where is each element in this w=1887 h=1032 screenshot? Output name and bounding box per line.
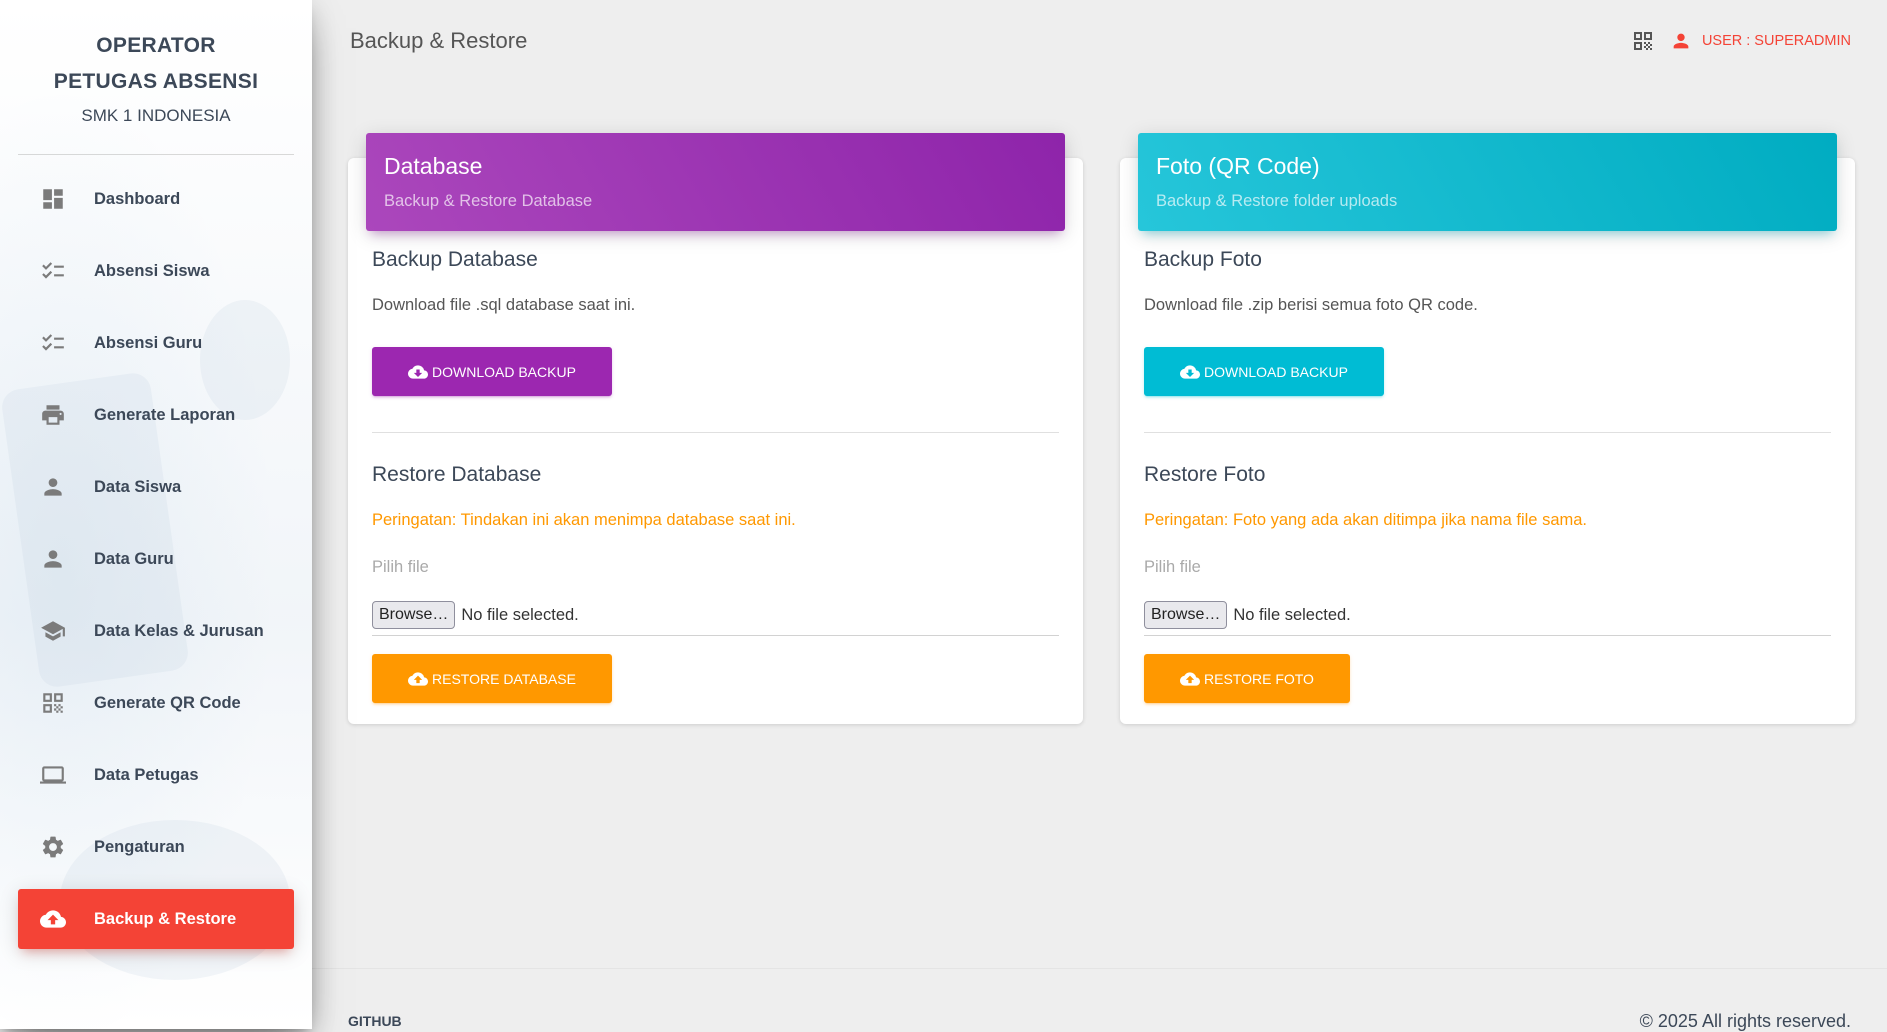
brand-school: SMK 1 INDONESIA bbox=[81, 106, 231, 125]
browse-button[interactable]: Browse… bbox=[372, 601, 456, 629]
sidebar-item-backup-restore[interactable]: Backup & Restore bbox=[18, 889, 294, 949]
gear-icon bbox=[40, 834, 66, 860]
cloud-upload-icon bbox=[1180, 671, 1200, 686]
sidebar-item-label: Pengaturan bbox=[94, 837, 185, 856]
sidebar-item-label: Data Kelas & Jurusan bbox=[94, 621, 264, 640]
foto-card-body: Backup Foto Download file .zip berisi se… bbox=[1144, 248, 1831, 703]
restore-warning: Peringatan: Foto yang ada akan ditimpa j… bbox=[1144, 511, 1588, 529]
foto-file-input[interactable]: Browse… No file selected. bbox=[1144, 601, 1831, 636]
browse-button[interactable]: Browse… bbox=[1144, 601, 1228, 629]
person-icon bbox=[1673, 33, 1689, 49]
sidebar-item-data-siswa[interactable]: Data Siswa bbox=[18, 457, 294, 517]
foto-card: Foto (QR Code) Backup & Restore folder u… bbox=[1120, 133, 1855, 724]
checklist-icon bbox=[40, 258, 66, 284]
brand: OPERATOR PETUGAS ABSENSI SMK 1 INDONESIA bbox=[0, 0, 312, 126]
footer: GITHUB © 2025 All rights reserved. bbox=[312, 968, 1887, 1031]
download-database-backup-button[interactable]: DOWNLOAD BACKUP bbox=[372, 347, 612, 396]
sidebar-item-data-kelas-jurusan[interactable]: Data Kelas & Jurusan bbox=[18, 601, 294, 661]
sidebar-item-label: Data Petugas bbox=[94, 765, 199, 784]
file-input-label: Pilih file bbox=[1144, 558, 1201, 576]
button-label: RESTORE FOTO bbox=[1204, 670, 1314, 687]
cloud-upload-icon bbox=[408, 671, 428, 686]
sidebar-item-dashboard[interactable]: Dashboard bbox=[18, 169, 294, 229]
database-card-body: Backup Database Download file .sql datab… bbox=[372, 248, 1059, 703]
github-link[interactable]: GITHUB bbox=[348, 1013, 402, 1029]
page-title: Backup & Restore bbox=[350, 28, 528, 53]
cloud-download-icon bbox=[408, 364, 428, 379]
print-icon bbox=[40, 402, 66, 428]
sidebar-item-generate-laporan[interactable]: Generate Laporan bbox=[18, 385, 294, 445]
section-divider bbox=[372, 432, 1059, 433]
restore-section-title: Restore Database bbox=[372, 463, 542, 486]
card-title: Foto (QR Code) bbox=[1156, 153, 1320, 179]
download-foto-backup-button[interactable]: DOWNLOAD BACKUP bbox=[1144, 347, 1384, 396]
cloud-upload-icon bbox=[40, 906, 66, 932]
sidebar-item-data-petugas[interactable]: Data Petugas bbox=[18, 745, 294, 805]
sidebar-item-label: Generate QR Code bbox=[94, 693, 241, 712]
sidebar-item-label: Absensi Siswa bbox=[94, 261, 210, 280]
sidebar-item-generate-qr-code[interactable]: Generate QR Code bbox=[18, 673, 294, 733]
backup-section-title: Backup Foto bbox=[1144, 248, 1262, 271]
sidebar-item-label: Absensi Guru bbox=[94, 333, 203, 352]
sidebar-item-label: Backup & Restore bbox=[94, 909, 237, 928]
database-card: Database Backup & Restore Database Backu… bbox=[348, 133, 1083, 724]
person-icon bbox=[40, 474, 66, 500]
foto-card-header: Foto (QR Code) Backup & Restore folder u… bbox=[1138, 133, 1837, 231]
sidebar-menu: Dashboard Absensi Siswa Absensi Guru Gen… bbox=[0, 169, 312, 949]
card-subtitle: Backup & Restore folder uploads bbox=[1156, 192, 1398, 210]
file-input-label: Pilih file bbox=[372, 558, 429, 576]
sidebar-item-data-guru[interactable]: Data Guru bbox=[18, 529, 294, 589]
sidebar-item-label: Data Siswa bbox=[94, 477, 182, 496]
sidebar-item-label: Data Guru bbox=[94, 549, 174, 568]
backup-description: Download file .sql database saat ini. bbox=[372, 296, 636, 314]
section-divider bbox=[1144, 432, 1831, 433]
sidebar-item-pengaturan[interactable]: Pengaturan bbox=[18, 817, 294, 877]
qr-scan-button[interactable] bbox=[1631, 29, 1657, 55]
file-status: No file selected. bbox=[1233, 605, 1351, 624]
qr-code-icon bbox=[40, 690, 66, 716]
dashboard-icon bbox=[40, 186, 66, 212]
user-label: USER : SUPERADMIN bbox=[1701, 33, 1851, 49]
button-label: DOWNLOAD BACKUP bbox=[432, 363, 576, 380]
button-label: DOWNLOAD BACKUP bbox=[1204, 363, 1348, 380]
backup-section-title: Backup Database bbox=[372, 248, 538, 271]
sidebar-item-absensi-siswa[interactable]: Absensi Siswa bbox=[18, 241, 294, 301]
database-file-input[interactable]: Browse… No file selected. bbox=[372, 601, 1059, 636]
school-icon bbox=[40, 618, 66, 644]
backup-description: Download file .zip berisi semua foto QR … bbox=[1144, 296, 1478, 314]
restore-database-button[interactable]: RESTORE DATABASE bbox=[372, 654, 612, 703]
sidebar-item-absensi-guru[interactable]: Absensi Guru bbox=[18, 313, 294, 373]
qr-code-icon bbox=[1631, 32, 1655, 57]
button-label: RESTORE DATABASE bbox=[432, 670, 576, 687]
user-menu[interactable]: USER : SUPERADMIN bbox=[1670, 30, 1851, 52]
cloud-download-icon bbox=[1180, 364, 1200, 379]
restore-warning: Peringatan: Tindakan ini akan menimpa da… bbox=[372, 511, 796, 529]
person-icon bbox=[40, 546, 66, 572]
brand-divider bbox=[18, 154, 294, 155]
restore-foto-button[interactable]: RESTORE FOTO bbox=[1144, 654, 1350, 703]
top-navbar: Backup & Restore USER : SUPERADMIN bbox=[312, 0, 1887, 86]
restore-section-title: Restore Foto bbox=[1144, 463, 1266, 486]
sidebar-item-label: Generate Laporan bbox=[94, 405, 236, 424]
sidebar: OPERATOR PETUGAS ABSENSI SMK 1 INDONESIA… bbox=[0, 0, 312, 1029]
card-subtitle: Backup & Restore Database bbox=[384, 192, 593, 210]
sidebar-item-label: Dashboard bbox=[94, 189, 181, 208]
checklist-icon bbox=[40, 330, 66, 356]
brand-title-line1: OPERATOR bbox=[96, 34, 216, 57]
database-card-header: Database Backup & Restore Database bbox=[366, 133, 1065, 231]
laptop-icon bbox=[40, 762, 66, 788]
card-title: Database bbox=[384, 153, 483, 179]
file-status: No file selected. bbox=[461, 605, 579, 624]
brand-title-line2: PETUGAS ABSENSI bbox=[53, 70, 259, 93]
